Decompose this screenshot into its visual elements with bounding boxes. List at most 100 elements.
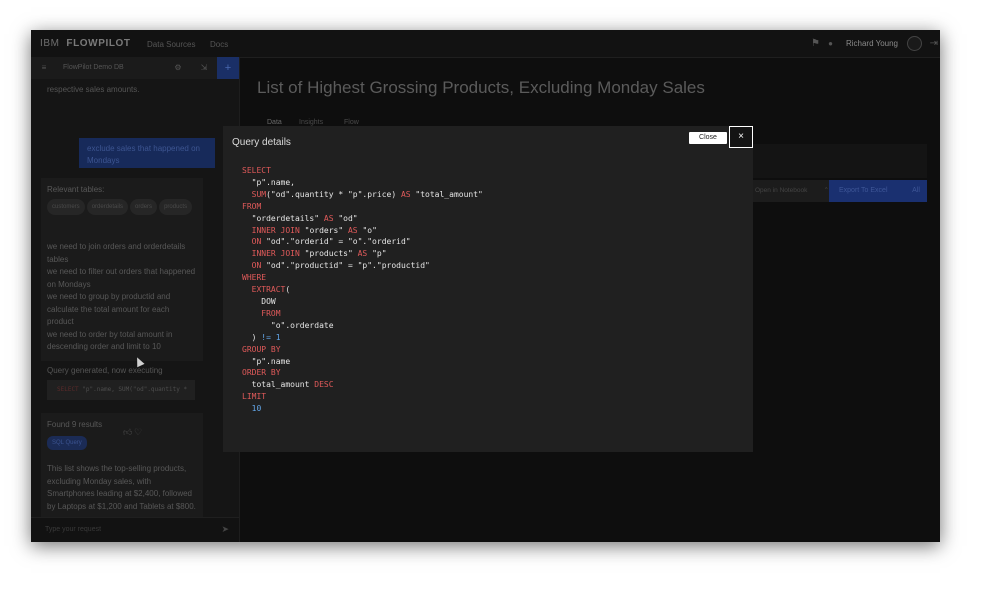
results-card: Found 9 results SQL Query	[41, 413, 203, 465]
notebook-select[interactable]: Open in Notebook ⌃	[749, 180, 833, 202]
close-tooltip: Close	[689, 132, 727, 144]
assistant-message: respective sales amounts.	[47, 85, 140, 94]
query-details-modal: Query details SELECT "p".name, SUM("od".…	[223, 126, 753, 452]
new-chat-button[interactable]: +	[217, 57, 239, 79]
sql-line: LIMIT	[242, 391, 483, 403]
sql-keyword: EXTRACT	[251, 285, 286, 295]
sql-keyword: ORDER BY	[242, 368, 281, 378]
plan-step: we need to order by total amount in desc…	[47, 329, 173, 352]
sql-line: SELECT	[242, 165, 483, 177]
sql-keyword: SELECT	[242, 166, 271, 175]
sql-code-block: SELECT "p".name, SUM("od".quantity * "p"…	[242, 165, 483, 415]
thumbs-down-icon[interactable]: ♡	[134, 427, 142, 438]
sql-number: != 1	[261, 332, 281, 342]
sql-line: SUM("od".quantity * "p".price) AS "total…	[242, 189, 483, 201]
sql-text: (	[285, 285, 291, 295]
sql-text: "o"	[357, 225, 377, 235]
table-tag[interactable]: products	[159, 198, 193, 215]
sql-keyword: AS	[357, 249, 368, 259]
thumbs-up-icon[interactable]: 👍︎	[123, 427, 132, 438]
query-preview-text: "p".name, SUM("od".quantity *	[78, 386, 188, 393]
nav-data-sources[interactable]: Data Sources	[147, 40, 195, 49]
sql-text: "o".orderdate	[242, 320, 334, 330]
top-bar: IBM FLOWPILOT Data Sources Docs ⚑ ● Rich…	[31, 30, 940, 58]
settings-icon[interactable]: ⚙	[171, 61, 185, 75]
plan-step: we need to filter out orders that happen…	[47, 267, 196, 289]
sql-keyword: INNER JOIN	[251, 249, 300, 259]
table-tag[interactable]: orderdetails	[86, 198, 129, 215]
sql-keyword: AS	[323, 213, 334, 223]
app-window: IBM FLOWPILOT Data Sources Docs ⚑ ● Rich…	[31, 30, 940, 542]
relevant-tables-label: Relevant tables:	[47, 185, 105, 194]
sql-line: FROM	[242, 308, 483, 320]
sql-keyword: WHERE	[242, 273, 267, 283]
sql-text: "orderdetails"	[242, 213, 324, 223]
sql-text: DOW	[242, 296, 276, 306]
page-title: List of Highest Grossing Products, Exclu…	[257, 78, 705, 97]
chat-sidebar: ≡ FlowPilot Demo DB ⚙ ⇲ + respective sal…	[31, 57, 240, 542]
notebook-select-label: Open in Notebook	[755, 187, 808, 194]
sql-line: EXTRACT(	[242, 284, 483, 296]
sql-text: "orders"	[299, 225, 348, 235]
query-preview-keyword: SELECT	[57, 386, 79, 393]
sql-keyword: DESC	[314, 380, 334, 390]
sql-line: total_amount DESC	[242, 379, 483, 391]
sql-text: "od"	[333, 213, 358, 223]
sql-line: FROM	[242, 201, 483, 213]
table-tags: customers orderdetails orders products	[47, 197, 197, 215]
plan-list: we need to join orders and orderdetails …	[47, 241, 197, 354]
close-button[interactable]: ×	[729, 126, 753, 148]
logout-icon[interactable]: ⇥	[930, 38, 938, 49]
sql-line: "p".name	[242, 356, 483, 368]
user-name[interactable]: Richard Young	[846, 39, 898, 48]
sql-line: ON "od"."productid" = "p"."productid"	[242, 260, 483, 272]
sql-keyword: LIMIT	[242, 392, 267, 402]
sql-text: "products"	[299, 249, 358, 259]
collapse-icon[interactable]: ⇲	[197, 61, 211, 75]
sql-line: 10	[242, 403, 483, 415]
sql-query-badge[interactable]: SQL Query	[47, 435, 87, 450]
all-button[interactable]: All	[905, 180, 927, 202]
sql-keyword: ON	[251, 237, 262, 247]
sql-line: "p".name,	[242, 177, 483, 189]
flag-icon[interactable]: ⚑	[811, 38, 820, 49]
sql-text: "od"."orderid" = "o"."orderid"	[261, 237, 411, 247]
sql-text: total_amount	[242, 380, 315, 390]
sql-text: )	[242, 332, 262, 342]
send-icon[interactable]: ➤	[221, 524, 229, 535]
results-label: Found 9 results	[47, 420, 103, 429]
brand-logo[interactable]: IBM FLOWPILOT	[40, 38, 131, 49]
sql-keyword: SUM	[251, 189, 267, 199]
sql-line: WHERE	[242, 272, 483, 284]
sql-line: ORDER BY	[242, 367, 483, 379]
sql-keyword: AS	[400, 189, 411, 199]
chat-input[interactable]: Type your request ➤	[31, 517, 239, 542]
table-tag[interactable]: customers	[47, 198, 85, 215]
sql-line: ) != 1	[242, 332, 483, 344]
sidebar-title: FlowPilot Demo DB	[63, 64, 124, 71]
query-status: Query generated, now executing	[47, 366, 163, 375]
notification-icon[interactable]: ●	[828, 39, 833, 48]
sql-number: 10	[251, 404, 262, 414]
sql-line: GROUP BY	[242, 344, 483, 356]
sql-text: "total_amount"	[410, 189, 483, 199]
menu-icon[interactable]: ≡	[37, 61, 51, 75]
sql-text: "p".name	[242, 356, 291, 366]
sql-line: "orderdetails" AS "od"	[242, 213, 483, 225]
avatar[interactable]	[907, 36, 922, 51]
tab-flow[interactable]: Flow	[344, 119, 359, 126]
sql-keyword: ON	[251, 261, 262, 271]
sql-line: ON "od"."orderid" = "o"."orderid"	[242, 236, 483, 248]
table-tag[interactable]: orders	[130, 198, 158, 215]
nav-docs[interactable]: Docs	[210, 40, 228, 49]
sql-keyword: INNER JOIN	[251, 225, 300, 235]
query-preview[interactable]: SELECT "p".name, SUM("od".quantity *	[47, 380, 195, 400]
tab-insights[interactable]: Insights	[299, 119, 323, 126]
